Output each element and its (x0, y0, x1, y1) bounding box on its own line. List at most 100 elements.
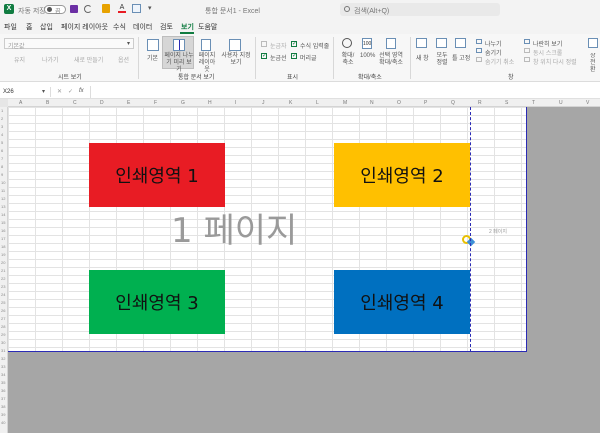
row-header-20[interactable]: 20 (1, 260, 5, 265)
zoom-to-selection-button[interactable]: 선택 영역 확대/축소 (377, 53, 405, 67)
page-break-preview-button[interactable]: 페이지 나누기 미리 보기 (162, 36, 194, 73)
column-header-n[interactable]: N (370, 100, 374, 106)
row-header-16[interactable]: 16 (1, 228, 5, 233)
row-header-36[interactable]: 36 (1, 388, 5, 393)
freeze-panes-button[interactable]: 틀 고정 (452, 53, 470, 62)
row-header-32[interactable]: 32 (1, 356, 5, 361)
row-header-4[interactable]: 4 (1, 132, 3, 137)
row-header-40[interactable]: 40 (1, 420, 5, 425)
row-header-21[interactable]: 21 (1, 268, 5, 273)
row-header-6[interactable]: 6 (1, 148, 3, 153)
page-layout-button[interactable]: 페이지 레이아웃 (196, 53, 218, 74)
save-icon[interactable] (70, 5, 78, 13)
qat-more-icon[interactable]: ▾ (148, 5, 156, 13)
tab-review[interactable]: 검토 (160, 22, 173, 32)
normal-view-button[interactable]: 기본 (147, 53, 158, 62)
cancel-icon[interactable]: ✕ (57, 88, 62, 95)
formula-bar-checkbox[interactable]: ✓ (291, 41, 297, 47)
row-header-30[interactable]: 30 (1, 340, 5, 345)
row-header-23[interactable]: 23 (1, 284, 5, 289)
row-header-19[interactable]: 19 (1, 252, 5, 257)
print-area-1[interactable]: 인쇄영역 1 (89, 143, 225, 207)
row-header-18[interactable]: 18 (1, 244, 5, 249)
column-header-b[interactable]: B (46, 100, 49, 106)
tab-data[interactable]: 데이터 (133, 22, 152, 32)
undo-icon[interactable] (84, 5, 92, 13)
row-header-33[interactable]: 33 (1, 364, 5, 369)
column-header-d[interactable]: D (100, 100, 104, 106)
reset-window-position-button[interactable]: 창 위치 다시 정렬 (533, 57, 577, 66)
row-header-26[interactable]: 26 (1, 308, 5, 313)
font-color-icon[interactable]: A (118, 4, 126, 13)
column-header-s[interactable]: S (505, 100, 508, 106)
arrange-all-button[interactable]: 모두 정렬 (435, 53, 449, 67)
enter-icon[interactable]: ✓ (68, 88, 73, 95)
sheet-view-options-button[interactable]: 옵션 (118, 55, 129, 64)
row-header-37[interactable]: 37 (1, 396, 5, 401)
column-header-c[interactable]: C (73, 100, 77, 106)
unhide-button[interactable]: 숨기기 취소 (485, 57, 514, 66)
row-header-17[interactable]: 17 (1, 236, 5, 241)
column-header-q[interactable]: Q (451, 100, 455, 106)
tab-file[interactable]: 파일 (4, 22, 17, 32)
column-header-g[interactable]: G (181, 100, 185, 106)
row-header-24[interactable]: 24 (1, 292, 5, 297)
print-preview-icon[interactable] (132, 4, 141, 13)
format-painter-icon[interactable] (102, 4, 110, 13)
row-header-15[interactable]: 15 (1, 220, 5, 225)
print-area-3[interactable]: 인쇄영역 3 (89, 270, 225, 334)
row-header-31[interactable]: 31 (1, 348, 5, 353)
hide-button[interactable]: 숨기기 (485, 48, 502, 57)
column-header-r[interactable]: R (478, 100, 482, 106)
row-header-27[interactable]: 27 (1, 316, 5, 321)
split-button[interactable]: 나누기 (485, 39, 502, 48)
row-header-7[interactable]: 7 (1, 156, 3, 161)
page-break-line[interactable] (470, 107, 471, 352)
search-box[interactable]: 검색(Alt+Q) (340, 3, 500, 16)
select-all-corner[interactable] (0, 99, 8, 107)
gridlines-checkbox[interactable]: ✓ (261, 53, 267, 59)
column-header-e[interactable]: E (127, 100, 130, 106)
sheet-view-new-button[interactable]: 새로 만들기 (74, 55, 103, 64)
row-header-10[interactable]: 10 (1, 180, 5, 185)
switch-windows-button[interactable]: 창 전환 (590, 53, 600, 74)
row-header-5[interactable]: 5 (1, 140, 3, 145)
tab-view[interactable]: 보기 (181, 22, 194, 32)
row-header-14[interactable]: 14 (1, 212, 5, 217)
column-header-o[interactable]: O (397, 100, 401, 106)
ruler-checkbox[interactable] (261, 41, 267, 47)
zoom-100-button[interactable]: 100% (360, 53, 375, 59)
row-header-22[interactable]: 22 (1, 276, 5, 281)
tab-insert[interactable]: 삽입 (40, 22, 53, 32)
row-header-25[interactable]: 25 (1, 300, 5, 305)
column-header-f[interactable]: F (154, 100, 157, 106)
print-area-2[interactable]: 인쇄영역 2 (334, 143, 470, 207)
print-area-4[interactable]: 인쇄영역 4 (334, 270, 470, 334)
custom-views-button[interactable]: 사용자 지정 보기 (219, 53, 253, 67)
tab-home[interactable]: 홈 (26, 22, 32, 32)
headings-checkbox[interactable]: ✓ (291, 53, 297, 59)
sheet-view-exit-button[interactable]: 나가기 (42, 55, 59, 64)
row-header-9[interactable]: 9 (1, 172, 3, 177)
print-page-area[interactable]: 인쇄영역 1 인쇄영역 2 인쇄영역 3 인쇄영역 4 1 페이지 2 페이지 (8, 107, 527, 352)
row-header-3[interactable]: 3 (1, 124, 3, 129)
column-header-u[interactable]: U (559, 100, 563, 106)
column-header-a[interactable]: A (19, 100, 22, 106)
tab-help[interactable]: 도움말 (198, 22, 217, 32)
row-header-34[interactable]: 34 (1, 372, 5, 377)
column-header-p[interactable]: P (424, 100, 427, 106)
column-header-k[interactable]: K (289, 100, 292, 106)
row-header-2[interactable]: 2 (1, 116, 3, 121)
formula-input[interactable] (90, 86, 600, 98)
column-header-v[interactable]: V (586, 100, 589, 106)
autosave-toggle[interactable]: 끔 (44, 5, 66, 15)
row-header-38[interactable]: 38 (1, 404, 5, 409)
column-header-t[interactable]: T (532, 100, 535, 106)
view-side-by-side-button[interactable]: 나란히 보기 (533, 39, 562, 48)
column-header-j[interactable]: J (262, 100, 265, 106)
row-header-8[interactable]: 8 (1, 164, 3, 169)
column-header-l[interactable]: L (316, 100, 319, 106)
row-header-28[interactable]: 28 (1, 324, 5, 329)
row-header-13[interactable]: 13 (1, 204, 5, 209)
sheet-view-keep-button[interactable]: 유지 (14, 55, 25, 64)
